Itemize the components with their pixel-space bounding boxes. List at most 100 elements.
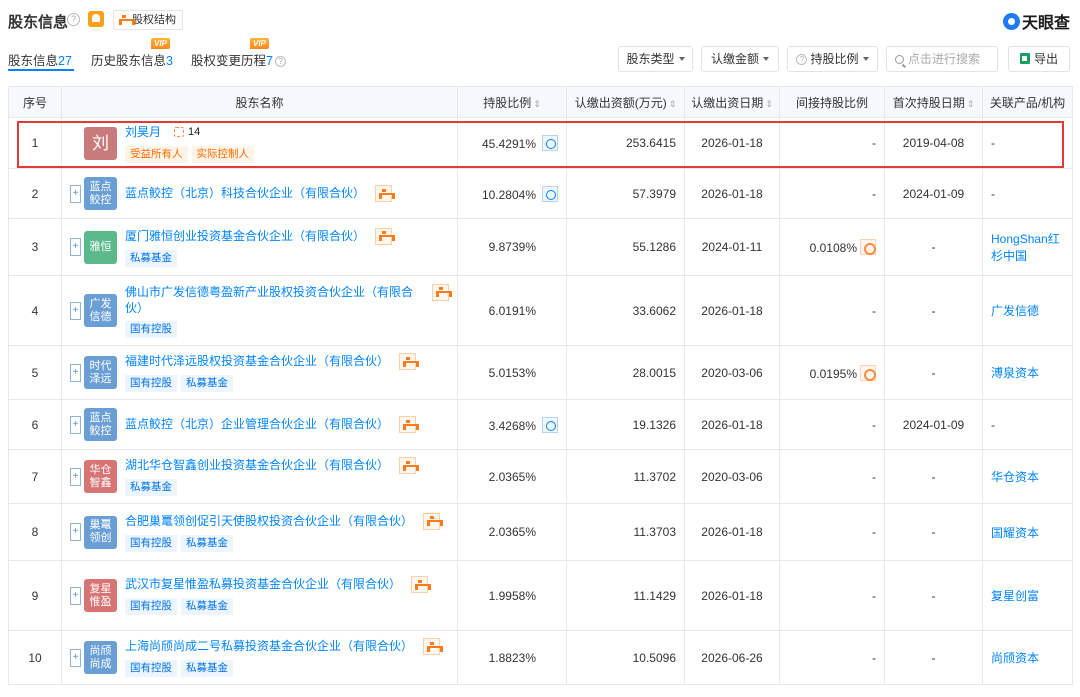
- shareholder-name-link[interactable]: 福建时代泽远股权投资基金合伙企业（有限合伙）: [125, 353, 389, 369]
- table-row: 8 + 巢鼍领创 合肥巢鼍领创促引天使股权投资合伙企业（有限合伙） 国有控股 私募…: [8, 503, 1073, 561]
- shareholder-name-link[interactable]: 合肥巢鼍领创促引天使股权投资合伙企业（有限合伙）: [125, 513, 413, 529]
- pie-chart-icon[interactable]: [542, 185, 558, 202]
- product-link[interactable]: HongShan红杉中国: [991, 232, 1060, 263]
- tab-equity-change-history[interactable]: 股权变更历程7?: [191, 50, 286, 69]
- product-link[interactable]: 尚颀资本: [991, 651, 1039, 665]
- equity-structure-icon[interactable]: [423, 512, 443, 530]
- equity-structure-icon[interactable]: [411, 576, 431, 593]
- pie-chart-icon[interactable]: [542, 135, 558, 151]
- ratio-value: 3.4268%: [488, 418, 536, 433]
- expand-icon[interactable]: +: [70, 523, 81, 541]
- product-link[interactable]: 复星创富: [991, 589, 1039, 603]
- expand-icon[interactable]: +: [70, 467, 81, 486]
- cell-amount: 253.6415: [566, 117, 685, 169]
- shareholder-name-link[interactable]: 佛山市广发信德粤盈新产业股权投资合伙企业（有限合伙）: [125, 284, 422, 316]
- shareholder-name-link[interactable]: 蓝点鲛控（北京）科技合伙企业（有限合伙）: [125, 185, 365, 201]
- col-header-first-date[interactable]: 首次持股日期 ⇕: [884, 86, 983, 118]
- cell-index: 3: [8, 218, 62, 276]
- shareholder-type-dropdown[interactable]: 股东类型: [618, 46, 693, 72]
- export-button[interactable]: 导出: [1008, 46, 1070, 72]
- help-icon[interactable]: ?: [67, 13, 80, 26]
- penetration-icon[interactable]: [860, 239, 876, 255]
- shareholder-name-link[interactable]: 刘昊月: [125, 124, 161, 140]
- cell-product: -: [982, 399, 1073, 450]
- equity-structure-icon[interactable]: [399, 457, 419, 474]
- equity-structure-button[interactable]: 股权结构: [113, 10, 183, 30]
- cell-product: 复星创富: [982, 560, 1073, 631]
- structure-icon: [426, 516, 443, 526]
- dropdown-label: 股东类型: [626, 52, 675, 66]
- col-header-ratio[interactable]: 持股比例 ⇕: [457, 86, 567, 118]
- avatar: 雅恒: [84, 230, 117, 264]
- equity-structure-icon[interactable]: [399, 353, 419, 370]
- cell-amount: 11.1429: [566, 560, 685, 631]
- tag: 国有控股: [125, 534, 177, 552]
- subscribed-amount-dropdown[interactable]: 认缴金额: [701, 46, 779, 72]
- expand-icon[interactable]: +: [70, 301, 81, 320]
- cell-ratio: 10.2804%: [457, 168, 567, 219]
- tab-label: 股东信息: [8, 54, 59, 68]
- expand-icon[interactable]: +: [70, 648, 81, 667]
- cell-indirect: -: [779, 117, 885, 169]
- help-icon: ?: [796, 54, 808, 65]
- cell-product: 尚颀资本: [982, 630, 1073, 685]
- structure-icon: [426, 641, 443, 652]
- shareholder-name-link[interactable]: 厦门雅恒创业投资基金合伙企业（有限合伙）: [125, 228, 365, 244]
- tab-history-shareholders[interactable]: 历史股东信息3: [91, 50, 173, 69]
- ratio-value: 5.0153%: [488, 365, 536, 380]
- indirect-value: -: [872, 588, 876, 603]
- expand-icon[interactable]: +: [70, 363, 81, 382]
- col-header-amount[interactable]: 认缴出资额(万元) ⇕: [566, 86, 685, 118]
- penetration-icon[interactable]: [860, 364, 876, 381]
- avatar: 蓝点鲛控: [84, 408, 117, 441]
- tag-list: 私募基金: [125, 479, 416, 496]
- product-link[interactable]: 华仓资本: [991, 470, 1039, 484]
- shareholder-name-link[interactable]: 蓝点鲛控（北京）企业管理合伙企业（有限合伙）: [125, 416, 389, 432]
- shareholder-name-link[interactable]: 湖北华仓智鑫创业投资基金合伙企业（有限合伙）: [125, 457, 389, 473]
- avatar: 巢鼍领创: [84, 515, 117, 549]
- excel-icon: [1019, 53, 1030, 64]
- cell-name: + 华仓智鑫 湖北华仓智鑫创业投资基金合伙企业（有限合伙） 私募基金: [61, 449, 458, 504]
- help-icon[interactable]: ?: [274, 56, 286, 67]
- search-input[interactable]: 点击进行搜索: [886, 46, 998, 72]
- expand-icon[interactable]: +: [70, 586, 81, 605]
- product-link[interactable]: 国耀资本: [991, 526, 1039, 540]
- ratio-value: 10.2804%: [481, 187, 536, 202]
- cell-product: 国耀资本: [982, 503, 1073, 561]
- equity-structure-icon[interactable]: [432, 283, 452, 301]
- equity-structure-icon[interactable]: [423, 638, 443, 655]
- tag: 国有控股: [125, 320, 177, 338]
- cell-name: + 巢鼍领创 合肥巢鼍领创促引天使股权投资合伙企业（有限合伙） 国有控股 私募基金: [61, 503, 458, 561]
- holding-ratio-dropdown[interactable]: ? 持股比例: [787, 46, 878, 72]
- col-header-date[interactable]: 认缴出资日期 ⇕: [684, 86, 780, 118]
- cell-index: 8: [8, 503, 62, 561]
- cell-product: 华仓资本: [982, 449, 1073, 504]
- shareholder-name-link[interactable]: 武汉市复星惟盈私募投资基金合伙企业（有限合伙）: [125, 576, 401, 592]
- expand-icon[interactable]: +: [70, 238, 81, 256]
- expand-icon[interactable]: +: [70, 415, 81, 434]
- cell-date: 2024-01-11: [684, 218, 780, 276]
- bell-icon[interactable]: [88, 11, 104, 27]
- product-link[interactable]: 广发信德: [991, 304, 1039, 318]
- tab-shareholder-info[interactable]: 股东信息27: [8, 50, 72, 69]
- indirect-value: -: [872, 186, 876, 201]
- cell-indirect: -: [779, 630, 885, 685]
- tab-count: 3: [166, 54, 173, 68]
- pie-chart-icon[interactable]: [542, 416, 558, 433]
- product-link[interactable]: 溥泉资本: [991, 366, 1039, 380]
- expand-icon[interactable]: +: [70, 184, 81, 203]
- related-count-badge[interactable]: 14: [171, 124, 203, 141]
- tianyancha-logo: 天眼查: [1002, 9, 1070, 33]
- shareholder-name-link[interactable]: 上海尚颀尚成二号私募投资基金合伙企业（有限合伙）: [125, 638, 413, 654]
- tab-count: 27: [58, 54, 72, 68]
- equity-structure-icon[interactable]: [399, 416, 419, 433]
- equity-structure-icon[interactable]: [375, 227, 395, 245]
- avatar: 刘: [84, 126, 117, 160]
- cell-first-date: -: [884, 630, 983, 685]
- product-link: -: [991, 186, 995, 201]
- cell-ratio: 1.9958%: [457, 560, 567, 631]
- equity-structure-icon[interactable]: [375, 185, 395, 202]
- structure-icon: [402, 419, 419, 430]
- relation-icon: [174, 127, 185, 137]
- cell-indirect: -: [779, 399, 885, 450]
